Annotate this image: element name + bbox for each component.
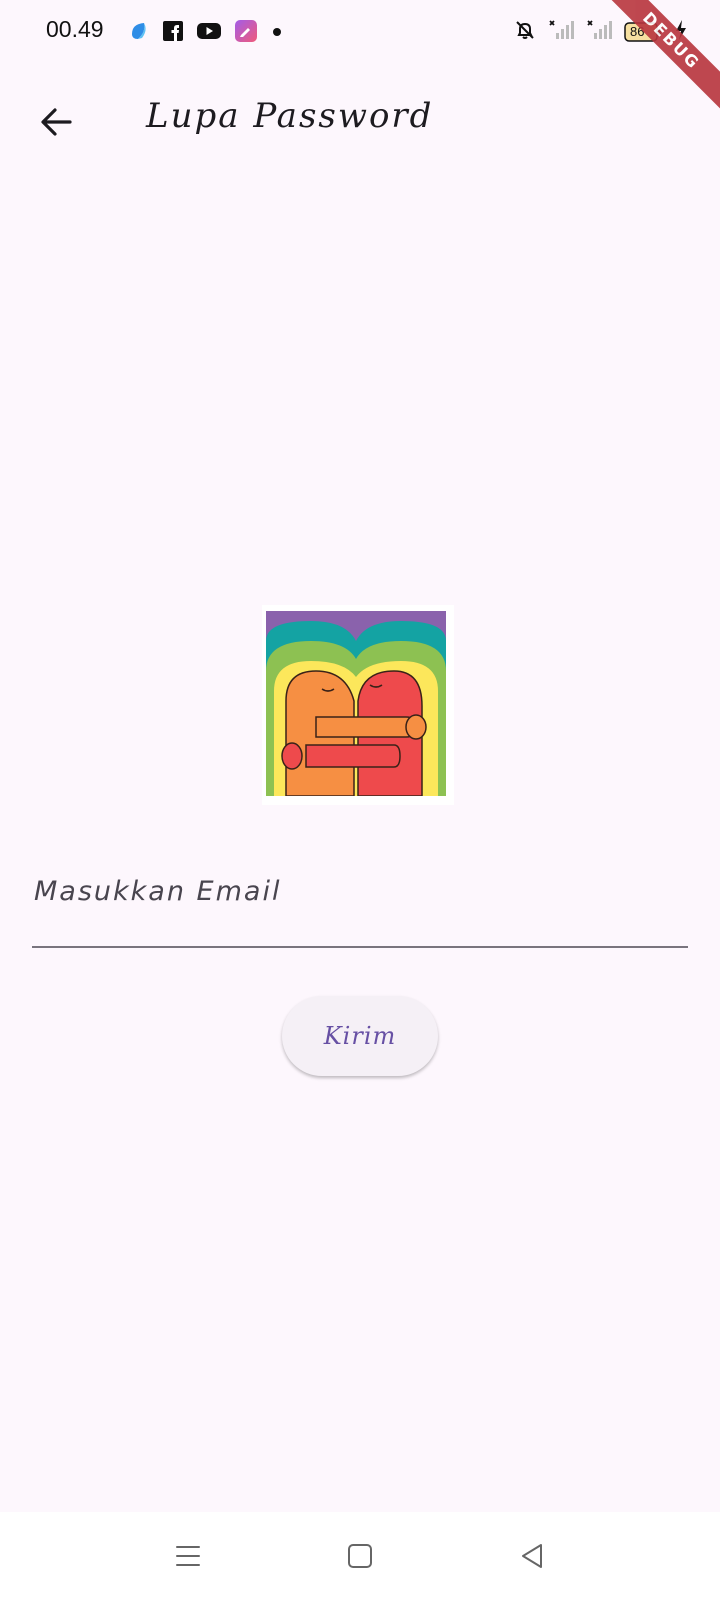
- page-title: Lupa Password: [146, 96, 434, 136]
- back-triangle-icon: [517, 1541, 547, 1575]
- signal-no-sim-icon: [586, 19, 612, 45]
- illustration-art: [266, 611, 446, 796]
- bell-off-icon: [514, 19, 536, 45]
- home-square-icon: [345, 1541, 375, 1575]
- back-button[interactable]: [28, 96, 84, 152]
- hugging-figures-illustration: [262, 605, 454, 805]
- youtube-icon: [196, 21, 222, 45]
- system-back-button[interactable]: [508, 1534, 556, 1582]
- send-button[interactable]: Kirim: [282, 996, 438, 1076]
- home-button[interactable]: [336, 1534, 384, 1582]
- status-time: 00.49: [46, 16, 104, 42]
- menu-icon: [173, 1541, 203, 1575]
- send-button-label: Kirim: [323, 1022, 397, 1050]
- signal-no-sim-icon: [548, 19, 574, 45]
- arrow-left-icon: [38, 104, 74, 144]
- facebook-icon: [162, 20, 184, 46]
- status-notification-icons: [128, 19, 284, 47]
- app-pink-icon: [234, 19, 258, 47]
- notification-dot-icon: [270, 24, 284, 43]
- app-bar: Lupa Password: [0, 80, 720, 160]
- email-field[interactable]: Masukkan Email: [32, 860, 688, 948]
- status-bar: 00.49 86: [0, 0, 720, 64]
- system-navigation-bar: [0, 1512, 720, 1600]
- app-blue-icon: [128, 20, 150, 46]
- email-input[interactable]: [32, 860, 688, 946]
- recent-apps-button[interactable]: [164, 1534, 212, 1582]
